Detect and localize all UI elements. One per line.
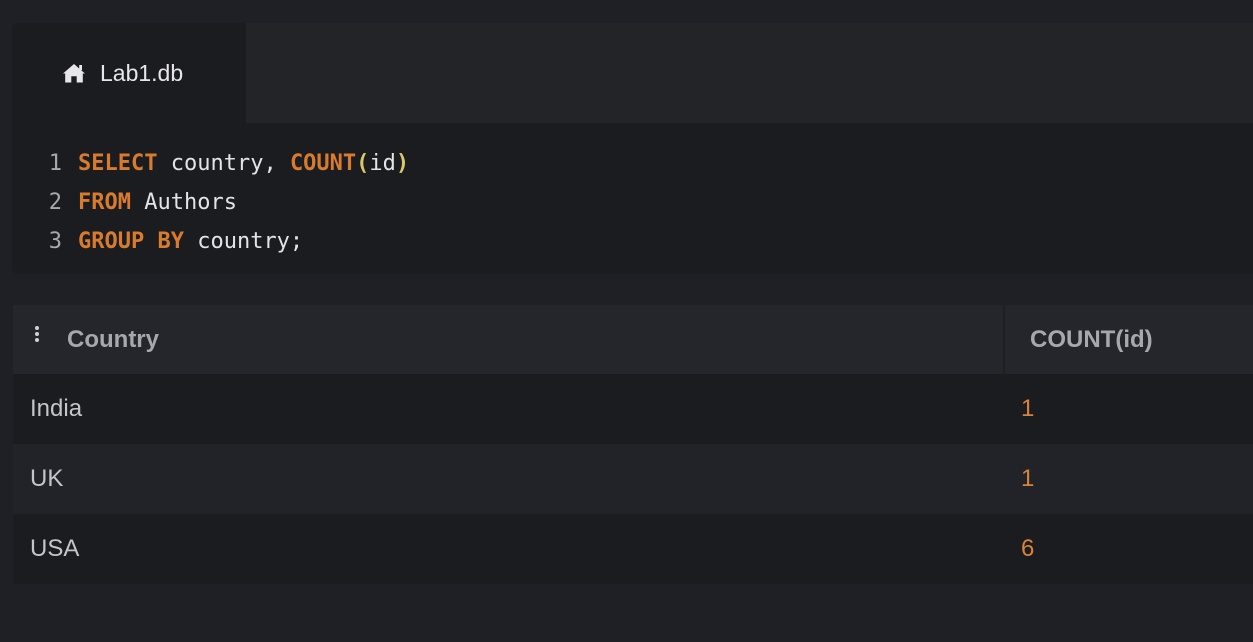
cell-country: India — [30, 395, 83, 422]
code-token-plain: country; — [183, 229, 304, 254]
table-row[interactable]: UK 1 — [13, 444, 1253, 514]
code-token-keyword: SELECT — [78, 151, 158, 176]
code-token-keyword: GROUP BY — [78, 229, 184, 254]
column-header-count[interactable]: COUNT(id) — [1030, 305, 1153, 374]
line-number: 2 — [48, 190, 62, 215]
code-token-plain: Authors — [130, 190, 237, 215]
code-token-paren: ) — [395, 151, 410, 176]
code-text: SELECT country, COUNT(id) — [78, 149, 409, 179]
home-icon — [63, 64, 85, 83]
line-number: 3 — [48, 229, 62, 254]
cell-count: 1 — [1021, 465, 1035, 492]
results-table: Country COUNT(id) India 1 UK 1 USA 6 — [13, 305, 1253, 585]
tab-lab1-db[interactable]: Lab1.db — [12, 23, 246, 123]
table-row[interactable]: India 1 — [13, 374, 1253, 444]
code-token-plain: country, — [157, 151, 290, 176]
cell-country: UK — [30, 465, 64, 492]
cell-count: 6 — [1021, 535, 1035, 562]
code-token-paren: ( — [356, 151, 370, 176]
line-number: 1 — [48, 151, 62, 176]
table-row[interactable]: USA 6 — [13, 514, 1253, 584]
code-text: GROUP BY country; — [78, 227, 303, 257]
code-text: FROM Authors — [78, 188, 237, 218]
column-header-country[interactable]: Country — [67, 305, 159, 374]
sql-editor[interactable]: Lab1.db 1 SELECT country, COUNT(id) 2 FROM … — [12, 23, 1253, 274]
cell-country: USA — [30, 535, 80, 562]
code-token-keyword: FROM — [78, 190, 131, 215]
vertical-dots-icon[interactable] — [33, 325, 41, 343]
table-header: Country COUNT(id) — [13, 305, 1253, 374]
column-divider[interactable] — [1003, 305, 1005, 374]
code-token-function: COUNT — [289, 151, 357, 176]
code-token-plain: id — [369, 151, 396, 176]
tab-label: Lab1.db — [100, 60, 184, 86]
tab-bar: Lab1.db — [12, 23, 1253, 123]
cell-count: 1 — [1021, 395, 1035, 422]
